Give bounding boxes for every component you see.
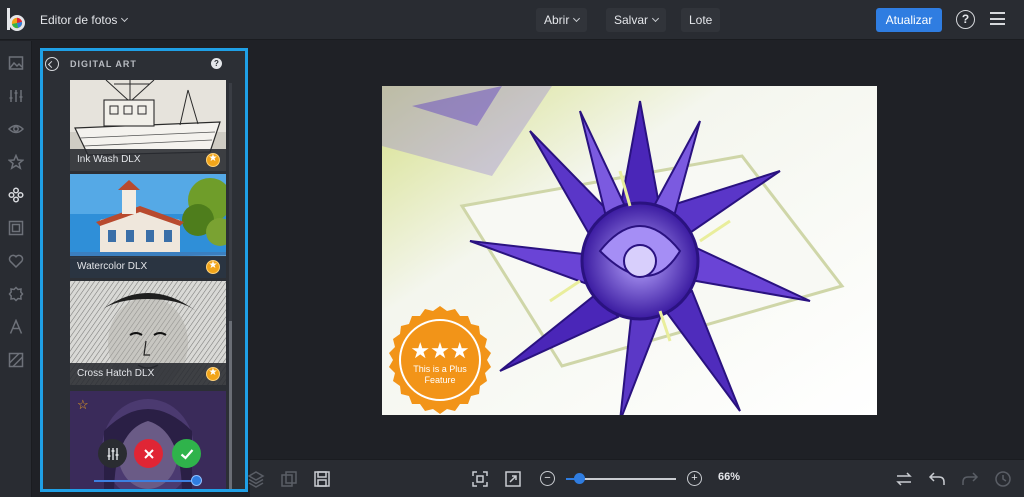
eye-icon[interactable]	[6, 119, 26, 139]
plus-badge-text: This is a Plus Feature	[413, 364, 467, 385]
checkmark-icon	[180, 448, 193, 460]
menu-icon[interactable]	[990, 12, 1005, 25]
artsy-effects-icon[interactable]	[6, 185, 26, 205]
active-effect-tile: ☆	[70, 391, 226, 489]
app-mode-dropdown[interactable]: Editor de fotos	[32, 8, 135, 32]
panel-help-icon[interactable]: ?	[211, 58, 222, 69]
effect-tile-watercolor[interactable]: Watercolor DLX	[70, 174, 226, 278]
zoom-out-button[interactable]: −	[540, 471, 555, 486]
zoom-level: 66%	[718, 471, 741, 483]
batch-button[interactable]: Lote	[681, 8, 721, 32]
close-icon	[143, 448, 154, 459]
effect-tile-label: Cross Hatch DLX	[70, 363, 226, 385]
compare-icon[interactable]	[280, 470, 298, 488]
save-template-icon[interactable]	[313, 470, 331, 488]
plus-star-icon	[206, 260, 220, 274]
history-icon[interactable]	[994, 470, 1012, 488]
heart-icon[interactable]	[6, 251, 26, 271]
undo-icon[interactable]	[928, 470, 946, 488]
effect-tile-label: Watercolor DLX	[70, 256, 226, 278]
chevron-down-icon	[121, 14, 129, 23]
favorite-star-icon[interactable]: ☆	[77, 397, 89, 413]
intensity-slider-knob[interactable]	[191, 475, 202, 486]
plus-star-icon	[206, 153, 220, 167]
app-mode-label: Editor de fotos	[40, 13, 118, 27]
help-icon[interactable]: ?	[956, 10, 975, 29]
upgrade-button[interactable]: Atualizar	[876, 8, 942, 32]
text-icon[interactable]	[6, 317, 26, 337]
befunky-logo-icon[interactable]	[5, 6, 27, 34]
effect-settings-button[interactable]	[98, 439, 127, 468]
adjust-sliders-icon[interactable]	[6, 86, 26, 106]
panel-title: DIGITAL ART	[70, 59, 137, 69]
save-menu-label: Salvar	[614, 13, 649, 27]
fit-to-screen-icon[interactable]	[471, 470, 489, 488]
zoom-in-button[interactable]: +	[687, 471, 702, 486]
edited-photo[interactable]: ★★★ This is a Plus Feature	[382, 86, 877, 415]
redo-icon[interactable]	[961, 470, 979, 488]
effect-tile-label: Ink Wash DLX	[70, 149, 226, 171]
intensity-slider-track[interactable]	[94, 480, 198, 482]
scrollbar-thumb[interactable]	[229, 321, 232, 489]
open-menu-button[interactable]: Abrir	[536, 8, 588, 32]
back-arrow-icon[interactable]	[45, 57, 59, 71]
texture-icon[interactable]	[6, 284, 26, 304]
settings-sliders-icon	[107, 447, 118, 460]
plus-star-icon	[206, 367, 220, 381]
plus-badge-stars: ★★★	[410, 339, 469, 364]
actual-size-icon[interactable]	[504, 470, 522, 488]
effect-tile-cross-hatch[interactable]: Cross Hatch DLX	[70, 281, 226, 385]
chevron-down-icon	[651, 14, 660, 23]
image-tool-icon[interactable]	[6, 53, 26, 73]
effect-tile-ink-wash[interactable]: Ink Wash DLX	[70, 80, 226, 171]
layers-icon[interactable]	[247, 470, 265, 488]
chevron-down-icon	[573, 14, 581, 23]
zoom-slider-knob[interactable]	[574, 473, 585, 484]
graphics-icon[interactable]	[6, 350, 26, 370]
frame-icon[interactable]	[6, 218, 26, 238]
batch-label: Lote	[689, 13, 713, 27]
plus-feature-badge[interactable]: ★★★	[385, 304, 495, 414]
top-bar: Editor de fotos Abrir Salvar Lote Atuali…	[0, 0, 1024, 40]
effects-panel: DIGITAL ART ? Ink Wash DLX ★ Watercolor …	[40, 48, 248, 492]
cancel-effect-button[interactable]	[134, 439, 163, 468]
flip-arrows-icon[interactable]	[895, 470, 913, 488]
star-icon[interactable]	[6, 152, 26, 172]
apply-effect-button[interactable]	[172, 439, 201, 468]
tool-strip	[0, 41, 32, 497]
save-menu-button[interactable]: Salvar	[606, 8, 667, 32]
bottom-toolbar: − + 66%	[247, 459, 1024, 497]
open-menu-label: Abrir	[544, 13, 570, 27]
